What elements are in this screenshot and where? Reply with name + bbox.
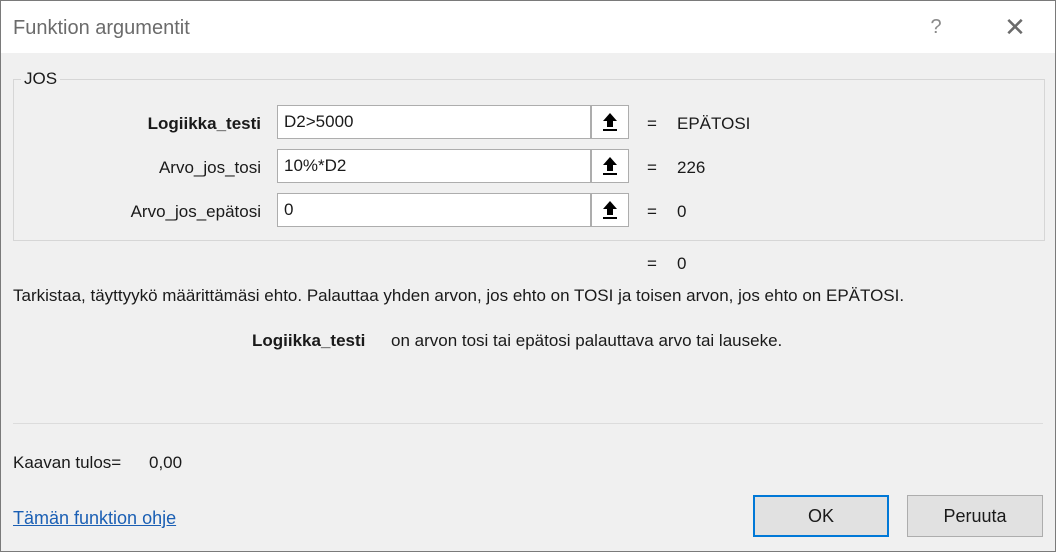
help-button[interactable]: ? <box>923 13 949 41</box>
arg-result-logiikka-testi: EPÄTOSI <box>677 114 751 133</box>
arg-label-logiikka-testi: Logiikka_testi <box>147 114 261 133</box>
arg-result-arvo-jos-tosi: 226 <box>677 158 706 177</box>
current-arg-description: on arvon tosi tai epätosi palauttava arv… <box>391 331 783 350</box>
arg-input-logiikka-testi[interactable]: D2>5000 <box>277 105 591 139</box>
eq-sign: = <box>647 114 657 133</box>
overall-result: 0 <box>677 254 687 273</box>
collapse-dialog-arrow-icon <box>603 113 617 131</box>
title-bar[interactable]: Funktion argumentit ? ✕ <box>1 1 1055 53</box>
current-arg-name: Logiikka_testi <box>252 331 366 350</box>
arg-result-arvo-jos-epatosi: 0 <box>677 202 687 221</box>
divider <box>13 423 1043 424</box>
ref-select-button-logiikka-testi[interactable] <box>591 105 629 139</box>
formula-result-label: Kaavan tulos= <box>13 453 122 472</box>
arg-label-arvo-jos-tosi: Arvo_jos_tosi <box>158 158 261 177</box>
cancel-button[interactable]: Peruuta <box>907 495 1043 537</box>
arg-input-arvo-jos-tosi[interactable]: 10%*D2 <box>277 149 591 183</box>
collapse-dialog-arrow-icon <box>603 201 617 219</box>
formula-result-value: 0,00 <box>149 453 183 472</box>
ref-select-button-arvo-jos-tosi[interactable] <box>591 149 629 183</box>
function-arguments-dialog: Funktion argumentit ? ✕ JOS Logiikka_tes… <box>0 0 1056 552</box>
arg-label-arvo-jos-epatosi: Arvo_jos_epätosi <box>130 202 261 221</box>
function-name-label: JOS <box>21 69 61 89</box>
ok-button[interactable]: OK <box>753 495 889 537</box>
overall-eq-sign: = <box>647 254 657 273</box>
eq-sign: = <box>647 202 657 221</box>
collapse-dialog-arrow-icon <box>603 157 617 175</box>
ref-select-button-arvo-jos-epatosi[interactable] <box>591 193 629 227</box>
arg-input-arvo-jos-epatosi[interactable]: 0 <box>277 193 591 227</box>
close-button[interactable]: ✕ <box>997 11 1033 43</box>
function-description: Tarkistaa, täyttyykö määrittämäsi ehto. … <box>13 286 905 305</box>
dialog-title: Funktion argumentit <box>13 17 190 39</box>
eq-sign: = <box>647 158 657 177</box>
function-help-link[interactable]: Tämän funktion ohje <box>13 508 176 529</box>
